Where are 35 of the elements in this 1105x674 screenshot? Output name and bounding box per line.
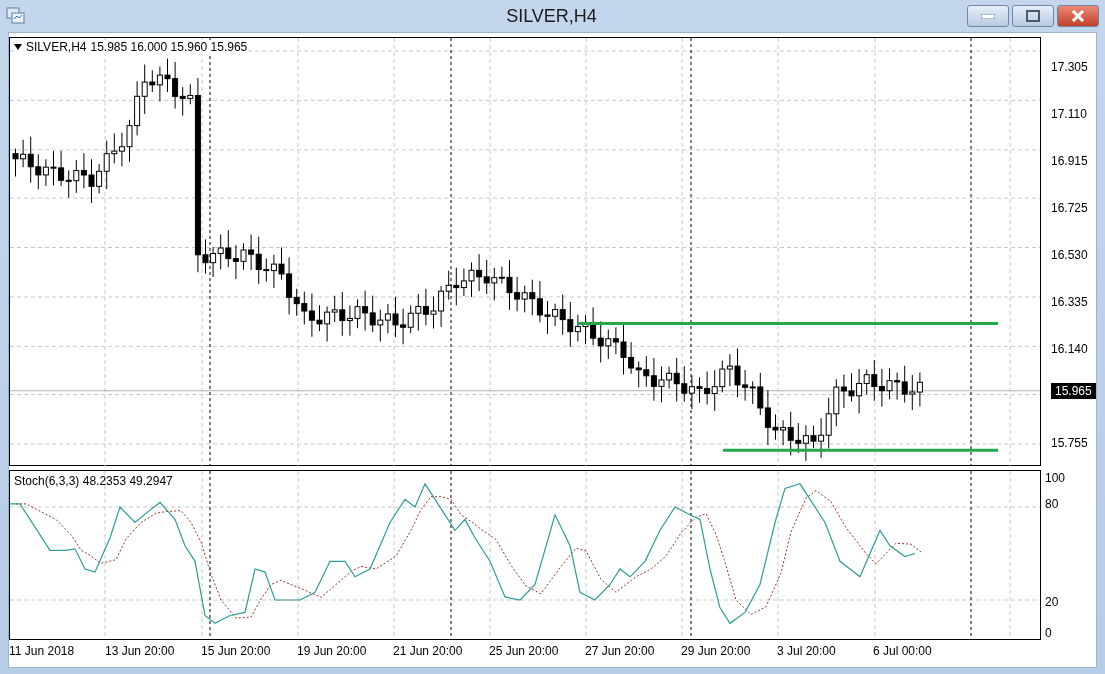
time-axis-label: 6 Jul 00:00 (873, 643, 933, 660)
time-axis-label: 25 Jun 20:00 (489, 643, 560, 660)
current-price-label: 15.965 (1051, 382, 1096, 399)
maximize-icon (1026, 10, 1040, 22)
time-axis-label: 19 Jun 20:00 (297, 643, 368, 660)
indicator-level-label: 80 (1045, 497, 1059, 511)
indicator-level-label: 20 (1045, 595, 1059, 609)
price-axis-label: 17.305 (1051, 59, 1088, 74)
price-axis-label: 16.530 (1051, 247, 1088, 262)
price-axis-label: 16.915 (1051, 153, 1088, 168)
app-icon (6, 6, 26, 26)
maximize-button[interactable] (1012, 5, 1054, 27)
ohlc-values: 15.985 16.000 15.960 15.965 (90, 40, 248, 54)
symbol-label: SILVER,H4 (26, 40, 87, 54)
time-axis-label: 3 Jul 20:00 (777, 643, 837, 660)
time-axis-label: 11 Jun 2018 (9, 643, 76, 660)
price-axis-label: 16.335 (1051, 294, 1088, 309)
time-axis-label: 29 Jun 20:00 (681, 643, 752, 660)
price-axis-label: 16.140 (1051, 341, 1088, 356)
time-axis-label: 15 Jun 20:00 (201, 643, 272, 660)
close-icon (1071, 10, 1085, 22)
indicator-label: Stoch(6,3,3) 48.2353 49.2947 (14, 474, 173, 488)
time-axis-label: 21 Jun 20:00 (393, 643, 464, 660)
minimize-button[interactable] (967, 5, 1009, 27)
indicator-level-label: 0 (1045, 626, 1052, 640)
price-axis-label: 17.110 (1051, 106, 1087, 121)
dropdown-icon[interactable] (14, 44, 22, 50)
price-axis-label: 16.725 (1051, 200, 1088, 215)
close-button[interactable] (1057, 5, 1099, 27)
window-title: SILVER,H4 (505, 5, 598, 27)
time-axis-label: 13 Jun 20:00 (105, 643, 176, 660)
indicator-level-label: 100 (1045, 471, 1066, 485)
minimize-icon (981, 13, 995, 19)
price-axis-label: 15.755 (1051, 435, 1088, 450)
time-axis-label: 27 Jun 20:00 (585, 643, 656, 660)
